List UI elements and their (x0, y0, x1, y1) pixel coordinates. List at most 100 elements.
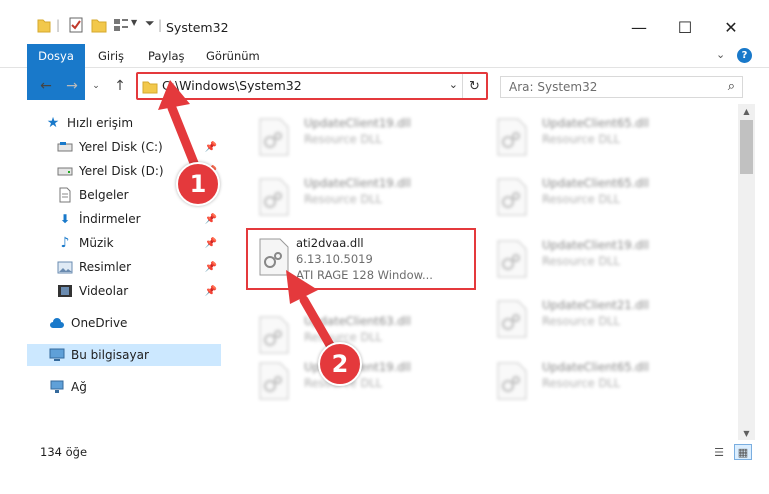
scroll-down-icon[interactable]: ▼ (738, 426, 755, 440)
file-item-selected[interactable]: ati2dvaa.dll 6.13.10.5019 ATI RAGE 128 W… (246, 228, 476, 290)
sidebar-item-label: İndirmeler (79, 212, 141, 226)
separator: | (158, 18, 163, 32)
pin-icon[interactable]: 📌 (205, 262, 217, 273)
sidebar-item-label: Bu bilgisayar (71, 348, 149, 362)
item-count: 134 öğe (40, 445, 88, 459)
tab-home[interactable]: Giriş (86, 44, 136, 68)
file-type: Resource DLL (542, 132, 621, 146)
ribbon-tabs: Dosya Giriş Paylaş Görünüm ⌄ ? (0, 44, 769, 100)
sidebar-item-network[interactable]: Ağ (49, 376, 221, 398)
sidebar-item-quick-access[interactable]: ★ Hızlı erişim (45, 112, 239, 134)
details-view-icon[interactable]: ☰ (710, 444, 728, 460)
file-item[interactable]: UpdateClient65.dll Resource DLL (484, 350, 714, 406)
file-item[interactable]: UpdateClient19.dll Resource DLL (246, 106, 476, 162)
sidebar-item-label: Resimler (79, 260, 132, 274)
dll-file-icon (259, 118, 289, 156)
file-name: ati2dvaa.dll (296, 236, 364, 250)
dll-file-icon (497, 240, 527, 278)
navigation-pane: ★ Hızlı erişim Yerel Disk (C:) 📌 Yerel D… (27, 108, 221, 438)
recent-dropdown-icon[interactable]: ⌄ (86, 76, 106, 96)
dll-file-icon (497, 362, 527, 400)
file-name: UpdateClient19.dll (542, 238, 649, 252)
sidebar-item-onedrive[interactable]: OneDrive (49, 312, 221, 334)
file-type: Resource DLL (542, 376, 621, 390)
drive-icon (57, 139, 73, 155)
customize-icon[interactable] (113, 16, 129, 36)
sidebar-item-label: Yerel Disk (D:) (79, 164, 164, 178)
file-item[interactable]: UpdateClient19.dll Resource DLL (484, 228, 714, 284)
sidebar-item-label: OneDrive (71, 316, 128, 330)
dll-file-icon (259, 362, 289, 400)
file-item[interactable]: UpdateClient65.dll Resource DLL (484, 166, 714, 222)
file-type: Resource DLL (304, 192, 383, 206)
close-button[interactable]: ✕ (711, 12, 751, 42)
qa-dropdown-icon[interactable]: ⏷ (145, 16, 155, 36)
refresh-icon[interactable]: ↻ (462, 74, 486, 98)
dll-file-icon (497, 300, 527, 338)
vertical-scrollbar[interactable]: ▲ ▼ (738, 104, 755, 440)
help-icon[interactable]: ? (737, 48, 752, 63)
search-placeholder[interactable]: Ara: System32 (509, 80, 597, 94)
file-item[interactable]: UpdateClient21.dll Resource DLL (484, 288, 714, 344)
file-name: UpdateClient65.dll (542, 116, 649, 130)
new-folder-icon[interactable] (91, 16, 107, 36)
sidebar-item-label: Yerel Disk (C:) (79, 140, 163, 154)
computer-icon (49, 347, 65, 363)
video-icon (57, 283, 73, 299)
title-bar: | ▼ ⏷ | System32 — ☐ ✕ (0, 0, 769, 44)
separator: | (56, 18, 61, 32)
window-title: System32 (166, 20, 229, 35)
maximize-button[interactable]: ☐ (665, 12, 705, 42)
download-icon: ⬇ (59, 212, 71, 226)
file-type: Resource DLL (304, 132, 383, 146)
pictures-icon (57, 259, 73, 275)
large-icons-view-icon[interactable]: ▦ (734, 444, 752, 460)
step-1-badge: 1 (176, 162, 220, 206)
dll-file-icon (259, 316, 289, 354)
minimize-button[interactable]: — (619, 12, 659, 42)
dropdown-icon[interactable]: ▼ (131, 18, 137, 38)
file-version: 6.13.10.5019 (296, 252, 373, 266)
sidebar-item-videos[interactable]: Videolar 📌 (57, 280, 221, 302)
dll-file-icon (497, 118, 527, 156)
file-item[interactable]: UpdateClient19.dll Resource DLL (246, 166, 476, 222)
sidebar-item-pictures[interactable]: Resimler 📌 (57, 256, 221, 278)
scroll-up-icon[interactable]: ▲ (738, 104, 755, 118)
sidebar-item-music[interactable]: ♪ Müzik 📌 (57, 232, 221, 254)
scroll-thumb[interactable] (740, 120, 753, 174)
search-icon[interactable]: ⌕ (728, 79, 735, 94)
pin-icon[interactable]: 📌 (205, 238, 217, 249)
sidebar-item-downloads[interactable]: ⬇ İndirmeler 📌 (57, 208, 221, 230)
forward-arrow-icon[interactable]: → (62, 76, 82, 96)
pin-icon[interactable]: 📌 (205, 214, 217, 225)
search-box[interactable]: Ara: System32 ⌕ (500, 76, 743, 98)
pin-icon[interactable]: 📌 (205, 142, 217, 153)
properties-icon[interactable] (68, 16, 84, 36)
sidebar-item-label: Ağ (71, 380, 87, 394)
sidebar-item-this-pc[interactable]: Bu bilgisayar (27, 344, 221, 366)
navigation-bar: ← → ⌄ ↑ C:\Windows\System32 ⌄ ↻ Ara: Sys… (0, 68, 769, 104)
folder-icon (37, 19, 51, 33)
file-type: Resource DLL (542, 192, 621, 206)
sidebar-item-label: Videolar (79, 284, 129, 298)
expand-ribbon-icon[interactable]: ⌄ (716, 48, 725, 61)
sidebar-item-label: Müzik (79, 236, 114, 250)
address-path[interactable]: C:\Windows\System32 (162, 78, 302, 93)
dll-file-icon (497, 178, 527, 216)
documents-icon (57, 187, 73, 203)
back-arrow-icon[interactable]: ← (36, 76, 56, 96)
music-icon: ♪ (60, 235, 70, 251)
dll-file-icon (259, 178, 289, 216)
cloud-icon (49, 315, 65, 331)
tab-share[interactable]: Paylaş (136, 44, 197, 68)
address-bar[interactable]: C:\Windows\System32 ⌄ ↻ (136, 72, 488, 100)
pin-icon[interactable]: 📌 (205, 286, 217, 297)
sidebar-item-drive-c[interactable]: Yerel Disk (C:) 📌 (57, 136, 221, 158)
file-type: Resource DLL (542, 254, 621, 268)
sidebar-item-label: Belgeler (79, 188, 129, 202)
file-name: UpdateClient63.dll (304, 314, 411, 328)
chevron-down-icon[interactable]: ⌄ (449, 78, 458, 91)
up-arrow-icon[interactable]: ↑ (110, 76, 130, 96)
file-item[interactable]: UpdateClient65.dll Resource DLL (484, 106, 714, 162)
tab-view[interactable]: Görünüm (194, 44, 272, 68)
